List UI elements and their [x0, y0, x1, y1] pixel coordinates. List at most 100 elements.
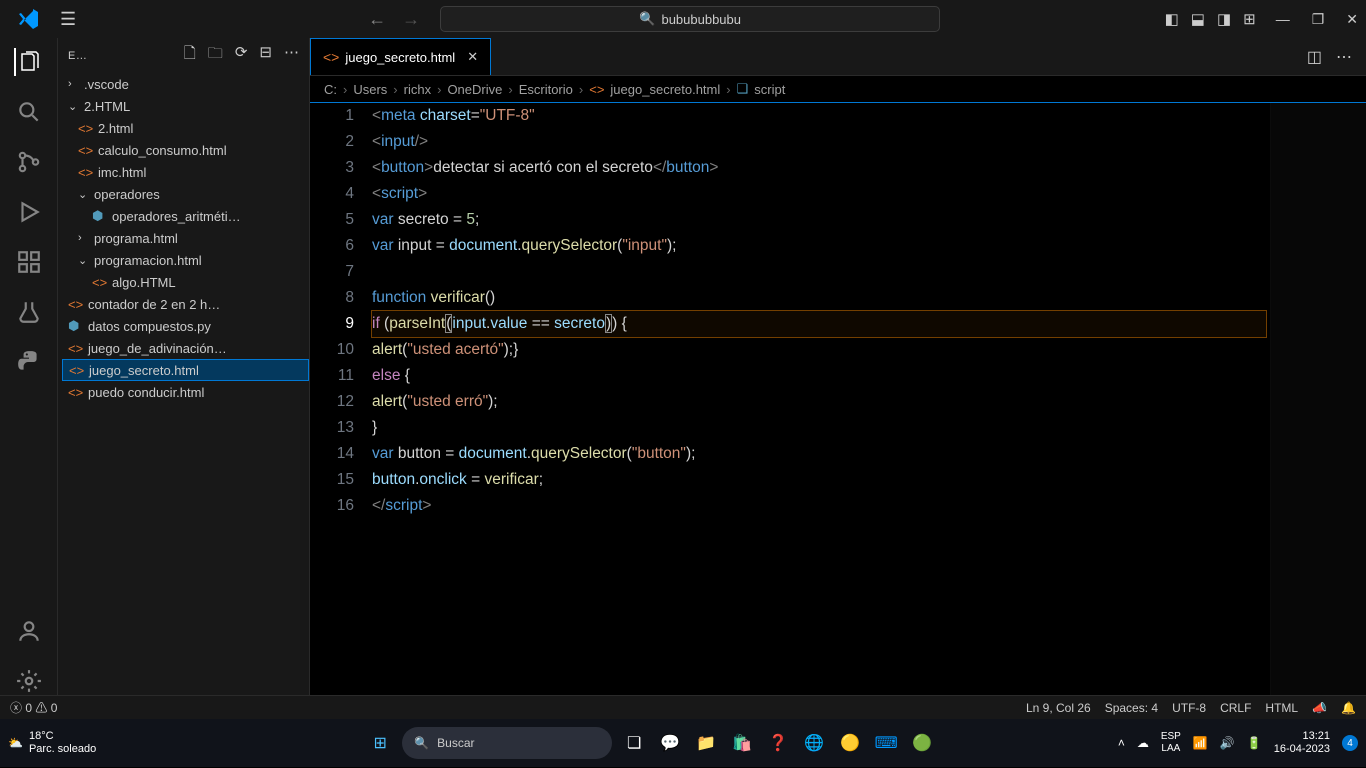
code-editor[interactable]: 1234 5678 9101112 13141516 <meta charset… — [310, 102, 1366, 695]
notifications-badge[interactable]: 4 — [1342, 735, 1358, 751]
workbench: E… 🗋 🗀 ⟳ ⊟ ⋯ ›.vscode ⌄2.HTML <>2.html <… — [0, 38, 1366, 695]
forward-button[interactable]: → — [402, 9, 420, 30]
file-calculo[interactable]: <>calculo_consumo.html — [62, 139, 309, 161]
debug-icon[interactable] — [15, 198, 43, 226]
search-icon: 🔍 — [414, 736, 429, 750]
breadcrumb[interactable]: C:› Users› richx› OneDrive› Escritorio› … — [310, 76, 1366, 102]
notifications-icon[interactable]: 🔔 — [1341, 701, 1356, 715]
windows-taskbar: ⛅ 18°CParc. soleado ⊞ 🔍Buscar ❏ 💬 📁 🛍️ ❓… — [0, 719, 1366, 767]
line-numbers: 1234 5678 9101112 13141516 — [310, 103, 372, 695]
folder-vscode[interactable]: ›.vscode — [62, 73, 309, 95]
window-controls: — ❐ ✕ — [1276, 11, 1358, 28]
explorer-app-icon[interactable]: 📁 — [692, 729, 720, 757]
onedrive-icon[interactable]: ☁ — [1137, 736, 1149, 750]
file-programa[interactable]: ›programa.html — [62, 227, 309, 249]
explorer-title: E… — [68, 50, 174, 62]
chrome-dev-icon[interactable]: 🟢 — [908, 729, 936, 757]
more-icon[interactable]: ⋯ — [284, 43, 299, 68]
start-button[interactable]: ⊞ — [366, 729, 394, 757]
html-icon: <> — [589, 82, 604, 97]
explorer-sidebar: E… 🗋 🗀 ⟳ ⊟ ⋯ ›.vscode ⌄2.HTML <>2.html <… — [58, 38, 310, 695]
layout-right-icon[interactable]: ◨ — [1217, 10, 1231, 28]
taskbar-search[interactable]: 🔍Buscar — [402, 727, 612, 759]
file-operadores-py[interactable]: ⬢operadores_aritméti… — [62, 205, 309, 227]
back-button[interactable]: ← — [368, 9, 386, 30]
file-tree: ›.vscode ⌄2.HTML <>2.html <>calculo_cons… — [58, 73, 309, 403]
app-logo — [16, 7, 40, 31]
nav-arrows: ← → — [368, 9, 420, 30]
tab-juego-secreto[interactable]: <> juego_secreto.html ✕ — [310, 38, 491, 75]
taskview-icon[interactable]: ❏ — [620, 729, 648, 757]
tab-bar: <> juego_secreto.html ✕ ◫ ⋯ — [310, 38, 1366, 76]
file-puedo-conducir[interactable]: <>puedo conducir.html — [62, 381, 309, 403]
tab-close-icon[interactable]: ✕ — [467, 49, 478, 65]
search-text: bubububbubu — [661, 12, 741, 27]
code-lines[interactable]: <meta charset="UTF-8" <input/> <button>d… — [372, 103, 1366, 695]
collapse-icon[interactable]: ⊟ — [259, 43, 272, 68]
tray-chevron-icon[interactable]: ˄ — [1118, 736, 1125, 750]
extensions-icon[interactable] — [15, 248, 43, 276]
python-env-icon[interactable] — [15, 348, 43, 376]
eol-status[interactable]: CRLF — [1220, 701, 1251, 715]
tab-more-icon[interactable]: ⋯ — [1336, 47, 1352, 67]
new-file-icon[interactable]: 🗋 — [184, 43, 196, 68]
menu-button[interactable]: ☰ — [60, 9, 76, 30]
layout-bottom-icon[interactable]: ⬓ — [1191, 10, 1205, 28]
folder-2html[interactable]: ⌄2.HTML — [62, 95, 309, 117]
minimize-button[interactable]: — — [1276, 11, 1290, 28]
tab-label: juego_secreto.html — [345, 50, 455, 65]
html-file-icon: <> — [323, 49, 339, 65]
editor-group: <> juego_secreto.html ✕ ◫ ⋯ C:› Users› r… — [310, 38, 1366, 695]
file-juego-adiv[interactable]: <>juego_de_adivinación… — [62, 337, 309, 359]
explorer-header: E… 🗋 🗀 ⟳ ⊟ ⋯ — [58, 38, 309, 73]
refresh-icon[interactable]: ⟳ — [235, 43, 248, 68]
vscode-app-icon[interactable]: ⌨ — [872, 729, 900, 757]
file-2html[interactable]: <>2.html — [62, 117, 309, 139]
file-algo[interactable]: <>algo.HTML — [62, 271, 309, 293]
close-button[interactable]: ✕ — [1346, 11, 1358, 28]
minimap[interactable] — [1270, 103, 1366, 695]
help-icon[interactable]: ❓ — [764, 729, 792, 757]
status-bar: ⓧ 0 ⚠ 0 Ln 9, Col 26 Spaces: 4 UTF-8 CRL… — [0, 695, 1366, 719]
titlebar: ☰ ← → 🔍 bubububbubu ◧ ⬓ ◨ ⊞ — ❐ ✕ — [0, 0, 1366, 38]
battery-icon[interactable]: 🔋 — [1247, 736, 1262, 750]
layout-left-icon[interactable]: ◧ — [1165, 10, 1179, 28]
file-datos-py[interactable]: ⬢datos compuestos.py — [62, 315, 309, 337]
search-icon: 🔍 — [639, 11, 655, 27]
indent-status[interactable]: Spaces: 4 — [1105, 701, 1158, 715]
folder-programacion[interactable]: ⌄programacion.html — [62, 249, 309, 271]
new-folder-icon[interactable]: 🗀 — [208, 43, 223, 68]
file-contador[interactable]: <>contador de 2 en 2 h… — [62, 293, 309, 315]
testing-icon[interactable] — [15, 298, 43, 326]
layout-grid-icon[interactable]: ⊞ — [1243, 10, 1256, 28]
edge-icon[interactable]: 🌐 — [800, 729, 828, 757]
layout-controls: ◧ ⬓ ◨ ⊞ — [1165, 10, 1256, 28]
command-center[interactable]: 🔍 bubububbubu — [440, 6, 940, 32]
weather-icon: ⛅ — [8, 736, 23, 750]
activity-bar — [0, 38, 58, 695]
folder-operadores[interactable]: ⌄operadores — [62, 183, 309, 205]
script-symbol-icon: ❑ — [737, 81, 749, 97]
language-switch[interactable]: ESPLAA — [1161, 731, 1181, 755]
settings-icon[interactable] — [15, 667, 43, 695]
language-mode[interactable]: HTML — [1265, 701, 1298, 715]
store-icon[interactable]: 🛍️ — [728, 729, 756, 757]
chat-icon[interactable]: 💬 — [656, 729, 684, 757]
chrome-icon[interactable]: 🟡 — [836, 729, 864, 757]
errors-widget[interactable]: ⓧ 0 ⚠ 0 — [10, 699, 57, 716]
wifi-icon[interactable]: 📶 — [1193, 736, 1208, 750]
encoding-status[interactable]: UTF-8 — [1172, 701, 1206, 715]
search-view-icon[interactable] — [15, 98, 43, 126]
explorer-icon[interactable] — [14, 48, 42, 76]
volume-icon[interactable]: 🔊 — [1220, 736, 1235, 750]
split-editor-icon[interactable]: ◫ — [1307, 47, 1322, 67]
file-juego-secreto[interactable]: <>juego_secreto.html — [62, 359, 309, 381]
clock[interactable]: 13:2116-04-2023 — [1274, 730, 1330, 756]
cursor-position[interactable]: Ln 9, Col 26 — [1026, 701, 1091, 715]
accounts-icon[interactable] — [15, 617, 43, 645]
maximize-button[interactable]: ❐ — [1312, 11, 1325, 28]
scm-icon[interactable] — [15, 148, 43, 176]
file-imc[interactable]: <>imc.html — [62, 161, 309, 183]
weather-widget[interactable]: ⛅ 18°CParc. soleado — [8, 730, 96, 756]
feedback-icon[interactable]: 📣 — [1312, 701, 1327, 715]
